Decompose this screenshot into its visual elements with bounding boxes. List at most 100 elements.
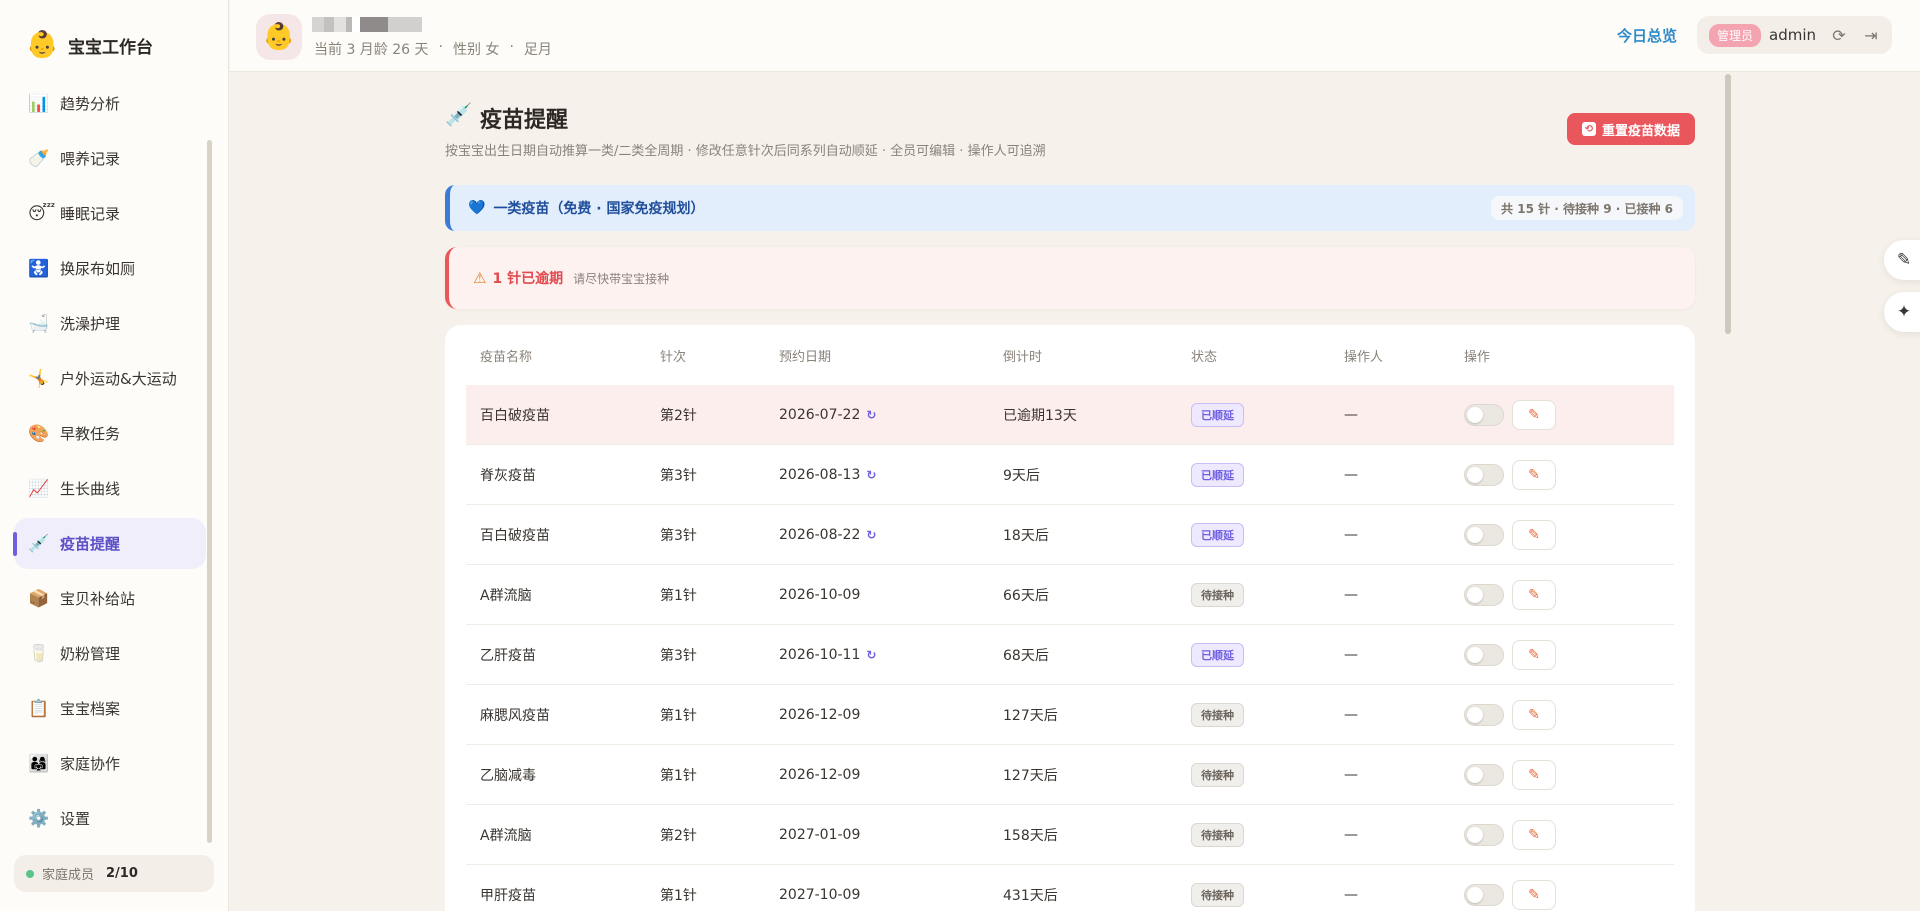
topbar-actions: 今日总览 管理员 admin ⟳ ⇥ (1617, 16, 1892, 54)
status-cell: 已顺延 (1177, 402, 1330, 427)
reset-vaccine-data-button[interactable]: ⟲ 重置疫苗数据 (1567, 113, 1695, 145)
appointment-date: 2026-10-09 (779, 586, 861, 603)
main-scrollbar[interactable] (1725, 74, 1731, 334)
appointment-date-cell: 2026-10-11 ↻ (765, 647, 989, 663)
edit-pencil-icon[interactable]: ✎ (1512, 639, 1556, 670)
edit-pencil-icon[interactable]: ✎ (1512, 879, 1556, 910)
operator: — (1344, 466, 1358, 483)
sidebar-item-label: 趋势分析 (60, 95, 121, 113)
countdown: 已逾期13天 (1003, 407, 1077, 424)
nav-icon: 📋 (28, 698, 50, 719)
brand[interactable]: 👶 宝宝工作台 (26, 30, 153, 60)
logout-icon[interactable]: ⇥ (1862, 26, 1880, 45)
table-row: 脊灰疫苗 第3针 2026-08-13 ↻ 9天后 已顺延 — ✎ (466, 445, 1674, 505)
status-badge: 待接种 (1191, 702, 1244, 727)
online-dot-icon (26, 869, 34, 878)
sidebar-item[interactable]: 💉 疫苗提醒 (13, 518, 206, 569)
sidebar-item[interactable]: 🤸 户外运动&大运动 (14, 353, 206, 404)
family-members-indicator[interactable]: 家庭成员 2/10 (14, 855, 214, 892)
nav-icon: 🎨 (28, 423, 50, 444)
meta-separator: · (438, 39, 443, 55)
column-header: 疫苗名称 (480, 349, 533, 365)
sidebar-item[interactable]: ⚙️ 设置 (14, 793, 206, 844)
sidebar-item-label: 设置 (60, 810, 91, 828)
edit-pencil-icon[interactable]: ✎ (1512, 459, 1556, 490)
status-cell: 已顺延 (1177, 462, 1330, 487)
sidebar-item[interactable]: 🎨 早教任务 (14, 408, 206, 459)
sidebar-item-label: 户外运动&大运动 (60, 370, 177, 388)
vaccinated-toggle[interactable] (1464, 763, 1504, 786)
countdown: 431天后 (1003, 887, 1058, 904)
refresh-icon[interactable]: ⟳ (1830, 26, 1848, 45)
sidebar-item[interactable]: 😴 睡眠记录 (14, 188, 206, 239)
countdown: 127天后 (1003, 767, 1058, 784)
actions-cell: ✎ (1450, 399, 1650, 430)
baby-meta: 当前 3 月龄 26 天 · 性别 女 · 足月 (314, 39, 562, 59)
alert-subtitle: 请尽快带宝宝接种 (573, 271, 670, 286)
sidebar-item-label: 洗澡护理 (60, 315, 121, 333)
vaccinated-toggle[interactable] (1464, 403, 1504, 426)
edit-pencil-icon[interactable]: ✎ (1512, 699, 1556, 730)
status-badge: 已顺延 (1191, 522, 1244, 547)
floating-edit-icon[interactable]: ✎ (1884, 240, 1920, 280)
nav-icon: 💉 (28, 533, 50, 554)
username: admin (1769, 26, 1816, 44)
table-header: 疫苗名称 针次 预约日期 倒计时 状态 操作人 操作 (466, 325, 1674, 385)
appointment-date-cell: 2026-12-09 (765, 707, 989, 723)
appointment-date: 2026-08-13 (779, 466, 861, 483)
sidebar-item[interactable]: 📈 生长曲线 (14, 463, 206, 514)
vaccinated-toggle[interactable] (1464, 523, 1504, 546)
vaccine-dose: 第3针 (660, 467, 697, 484)
baby-avatar[interactable]: 👶 (256, 14, 302, 60)
sidebar-item[interactable]: 👨‍👩‍👧 家庭协作 (14, 738, 206, 789)
sidebar-item-label: 睡眠记录 (60, 205, 121, 223)
vaccinated-toggle[interactable] (1464, 823, 1504, 846)
rescheduled-icon: ↻ (866, 527, 877, 542)
vaccinated-toggle[interactable] (1464, 463, 1504, 486)
baby-term: 足月 (523, 42, 552, 58)
status-badge: 待接种 (1191, 882, 1244, 907)
vaccinated-toggle[interactable] (1464, 643, 1504, 666)
today-overview-link[interactable]: 今日总览 (1617, 25, 1677, 46)
table-row: 百白破疫苗 第2针 2026-07-22 ↻ 已逾期13天 已顺延 — ✎ (466, 385, 1674, 445)
rescheduled-icon: ↻ (866, 407, 877, 422)
members-count: 2/10 (106, 866, 138, 881)
sidebar-item-label: 疫苗提醒 (60, 535, 121, 553)
sidebar-scrollbar[interactable] (207, 140, 212, 843)
status-badge: 待接种 (1191, 762, 1244, 787)
syringe-icon: 💉 (445, 103, 473, 128)
section-stats: 共 15 针 · 待接种 9 · 已接种 6 (1491, 196, 1683, 220)
vaccine-dose: 第2针 (660, 407, 697, 424)
edit-pencil-icon[interactable]: ✎ (1512, 399, 1556, 430)
vaccinated-toggle[interactable] (1464, 703, 1504, 726)
operator: — (1344, 586, 1358, 603)
nav-icon: 🍼 (28, 148, 50, 169)
sidebar-item[interactable]: 🍼 喂养记录 (14, 133, 206, 184)
vaccinated-toggle[interactable] (1464, 583, 1504, 606)
sidebar-item[interactable]: 🛁 洗澡护理 (14, 298, 206, 349)
status-cell: 待接种 (1177, 882, 1330, 907)
sidebar-item[interactable]: 📊 趋势分析 (14, 78, 206, 129)
vaccine-name: 百白破疫苗 (480, 527, 550, 544)
edit-pencil-icon[interactable]: ✎ (1512, 819, 1556, 850)
role-badge: 管理员 (1708, 23, 1761, 47)
nav-icon: 🛁 (28, 313, 50, 334)
sidebar-item[interactable]: 🥛 奶粉管理 (14, 628, 206, 679)
sidebar-item[interactable]: 📋 宝宝档案 (14, 683, 206, 734)
vaccine-name: 麻腮风疫苗 (480, 707, 550, 724)
appointment-date: 2026-12-09 (779, 766, 861, 783)
vaccine-name: 乙肝疫苗 (480, 647, 536, 664)
edit-pencil-icon[interactable]: ✎ (1512, 519, 1556, 550)
column-header: 针次 (660, 349, 687, 365)
vaccinated-toggle[interactable] (1464, 883, 1504, 906)
section-header-class1[interactable]: 💙 一类疫苗（免费 · 国家免疫规划） 共 15 针 · 待接种 9 · 已接种… (445, 185, 1695, 231)
sidebar-item[interactable]: 📦 宝贝补给站 (14, 573, 206, 624)
actions-cell: ✎ (1450, 879, 1650, 910)
edit-pencil-icon[interactable]: ✎ (1512, 759, 1556, 790)
status-badge: 待接种 (1191, 822, 1244, 847)
sidebar-item-label: 家庭协作 (60, 755, 121, 773)
floating-ai-icon[interactable]: ✦ (1884, 292, 1920, 332)
nav-icon: 🚼 (28, 258, 50, 279)
sidebar-item[interactable]: 🚼 换尿布如厕 (14, 243, 206, 294)
edit-pencil-icon[interactable]: ✎ (1512, 579, 1556, 610)
